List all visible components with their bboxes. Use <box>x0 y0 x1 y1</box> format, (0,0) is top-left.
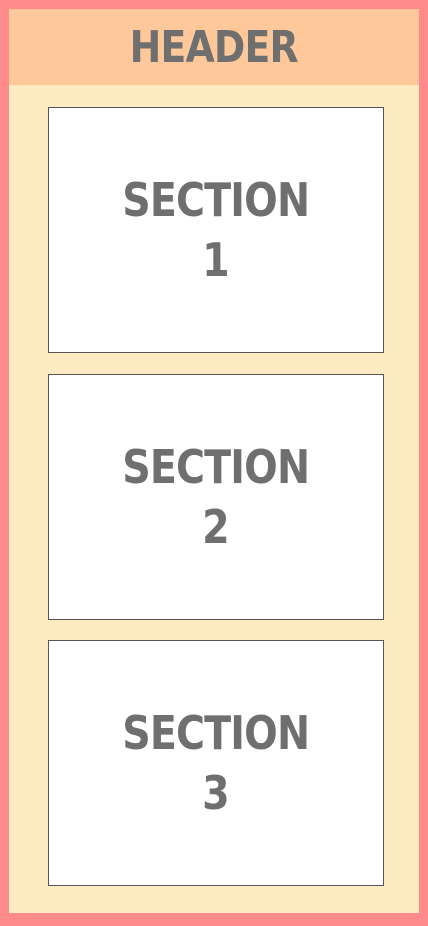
section-1-label: SECTION <box>122 173 311 227</box>
section-3-number: 3 <box>202 766 231 820</box>
section-2-number: 2 <box>202 500 231 554</box>
header-title: HEADER <box>129 21 299 73</box>
section-3-label: SECTION <box>122 706 311 760</box>
section-1-number: 1 <box>202 233 231 287</box>
section-2-card: SECTION 2 <box>48 374 384 620</box>
page-frame: HEADER SECTION 1 SECTION 2 SECTION 3 <box>0 0 428 926</box>
section-3-card: SECTION 3 <box>48 640 384 886</box>
header-bar: HEADER <box>9 9 419 85</box>
section-2-label: SECTION <box>122 440 311 494</box>
section-1-card: SECTION 1 <box>48 107 384 353</box>
